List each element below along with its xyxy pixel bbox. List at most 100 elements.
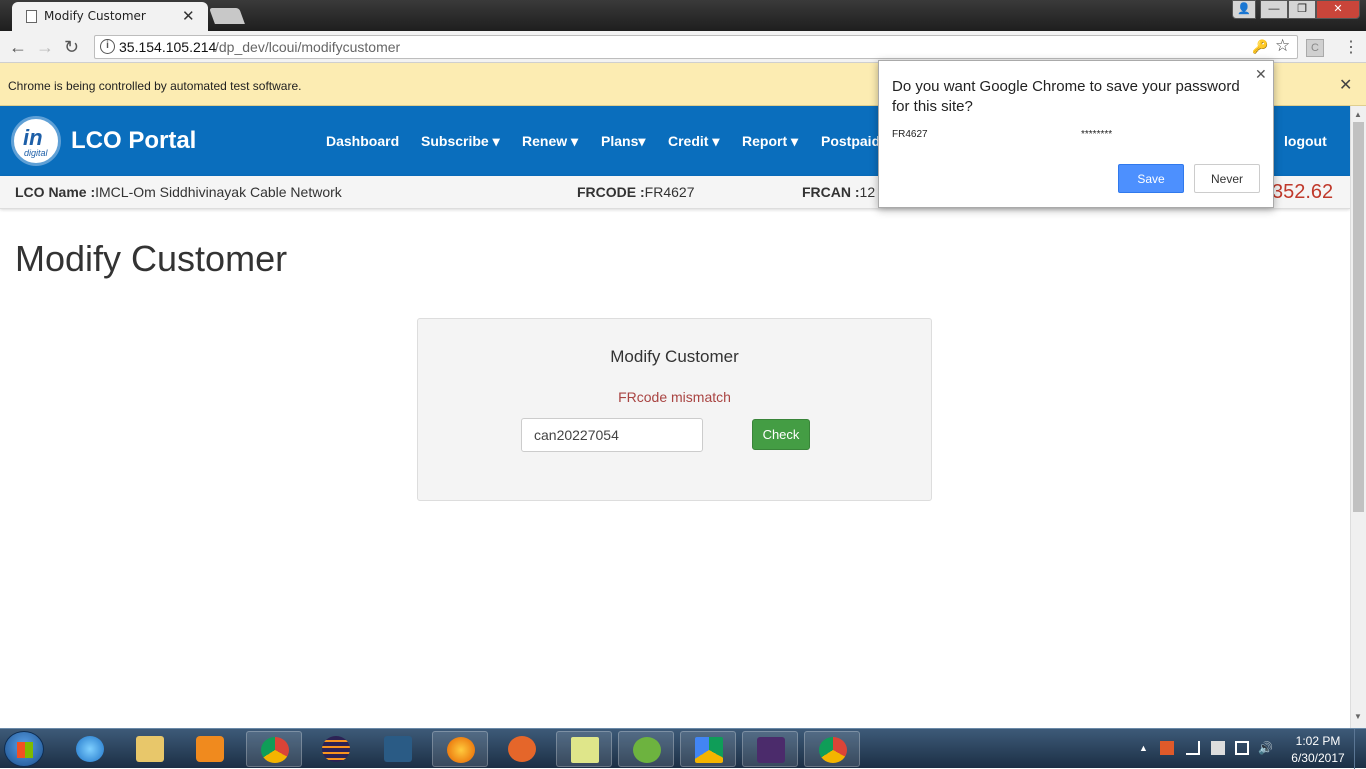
url-host: 35.154.105.214 bbox=[119, 39, 217, 55]
show-hidden-icons-icon[interactable]: ▲ bbox=[1139, 743, 1148, 753]
frcan-label: FRCAN : bbox=[802, 184, 860, 200]
new-tab-button[interactable] bbox=[209, 8, 245, 24]
lco-name-value: IMCL-Om Siddhivinayak Cable Network bbox=[95, 184, 342, 200]
clock-date[interactable]: 6/30/2017 bbox=[1286, 751, 1350, 765]
extension-icon[interactable]: C bbox=[1306, 39, 1324, 57]
browser-toolbar: ← → ↻ i 35.154.105.214 /dp_dev/lcoui/mod… bbox=[0, 31, 1366, 63]
frcode-label: FRCODE : bbox=[577, 184, 645, 200]
eclipse-icon bbox=[322, 736, 350, 762]
java-ee-ide-icon bbox=[757, 737, 785, 763]
utorrent-icon bbox=[633, 737, 661, 763]
clock-time[interactable]: 1:02 PM bbox=[1293, 734, 1343, 748]
media-player-icon bbox=[196, 736, 224, 762]
modify-customer-panel: Modify Customer FRcode mismatch Check bbox=[417, 318, 932, 501]
page-scrollbar[interactable]: ▲ ▼ bbox=[1350, 106, 1366, 728]
user-profile-icon[interactable]: 👤 bbox=[1232, 0, 1256, 19]
never-save-button[interactable]: Never bbox=[1194, 164, 1260, 193]
taskbar-media-player[interactable] bbox=[182, 731, 238, 767]
frcan: FRCAN :12 bbox=[802, 184, 875, 200]
google-drive-icon bbox=[695, 737, 723, 763]
logo-subtext: digital bbox=[24, 148, 48, 158]
popup-close-icon[interactable]: ✕ bbox=[1255, 66, 1267, 83]
windows-taskbar: ▲ 🔊 1:02 PM 6/30/2017 bbox=[0, 728, 1366, 769]
chrome-icon bbox=[819, 737, 847, 763]
site-info-icon[interactable]: i bbox=[100, 39, 115, 54]
taskbar-chrome[interactable] bbox=[246, 731, 302, 767]
sticky-notes-icon bbox=[571, 737, 599, 763]
nav-credit[interactable]: Credit ▾ bbox=[668, 133, 719, 150]
mysql-icon bbox=[384, 736, 412, 762]
infobar-text: Chrome is being controlled by automated … bbox=[8, 79, 302, 93]
lco-name: LCO Name :IMCL-Om Siddhivinayak Cable Ne… bbox=[15, 184, 342, 200]
nav-plans[interactable]: Plans▾ bbox=[601, 133, 645, 150]
browser-tab-strip: Modify Customer ✕ 👤 — ❐ ✕ bbox=[0, 0, 1366, 31]
chrome-menu-icon[interactable]: ⋮ bbox=[1343, 37, 1359, 57]
windows-logo-icon bbox=[17, 742, 33, 758]
brand-logo[interactable]: in digital bbox=[11, 116, 61, 166]
bookmark-star-icon[interactable]: ☆ bbox=[1275, 36, 1290, 56]
saved-username: FR4627 bbox=[892, 129, 928, 140]
url-path: /dp_dev/lcoui/modifycustomer bbox=[215, 39, 401, 55]
page-favicon-icon bbox=[26, 10, 37, 23]
frcan-value: 12 bbox=[859, 184, 876, 200]
folder-icon bbox=[136, 736, 164, 762]
start-button[interactable] bbox=[4, 731, 44, 767]
nav-renew[interactable]: Renew ▾ bbox=[522, 133, 578, 150]
browser-tab[interactable]: Modify Customer ✕ bbox=[12, 2, 208, 31]
infobar-close-icon[interactable]: ✕ bbox=[1339, 75, 1352, 95]
wrench-icon bbox=[508, 736, 536, 762]
nav-report[interactable]: Report ▾ bbox=[742, 133, 798, 150]
maximize-button[interactable]: ❐ bbox=[1288, 0, 1316, 19]
nav-postpaid[interactable]: Postpaid bbox=[821, 133, 880, 149]
taskbar-utorrent[interactable] bbox=[618, 731, 674, 767]
address-bar[interactable]: i 35.154.105.214 /dp_dev/lcoui/modifycus… bbox=[94, 35, 1298, 59]
lco-name-label: LCO Name : bbox=[15, 184, 96, 200]
tab-title: Modify Customer bbox=[44, 9, 146, 23]
password-key-icon[interactable]: 🔑 bbox=[1252, 39, 1268, 55]
reload-icon[interactable]: ↻ bbox=[64, 37, 79, 58]
back-arrow-icon[interactable]: ← bbox=[9, 37, 27, 58]
page-title: Modify Customer bbox=[15, 238, 288, 279]
internet-explorer-icon bbox=[76, 736, 104, 762]
volume-icon[interactable]: 🔊 bbox=[1258, 741, 1273, 755]
network-icon[interactable] bbox=[1211, 741, 1225, 755]
forward-arrow-icon[interactable]: → bbox=[36, 37, 54, 58]
panel-title: Modify Customer bbox=[610, 347, 739, 366]
taskbar-sticky-notes[interactable] bbox=[556, 731, 612, 767]
taskbar-file-explorer[interactable] bbox=[122, 731, 178, 767]
error-message: FRcode mismatch bbox=[618, 389, 731, 405]
minimize-button[interactable]: — bbox=[1260, 0, 1288, 19]
signal-icon[interactable] bbox=[1186, 741, 1200, 755]
show-desktop-button[interactable] bbox=[1354, 729, 1366, 769]
window-close-button[interactable]: ✕ bbox=[1316, 0, 1360, 19]
chrome-icon bbox=[261, 737, 289, 763]
taskbar-google-drive[interactable] bbox=[680, 731, 736, 767]
firefox-icon bbox=[447, 737, 475, 763]
frcode: FRCODE :FR4627 bbox=[577, 184, 694, 200]
balance-amount: 352.62 bbox=[1272, 181, 1334, 203]
check-button[interactable]: Check bbox=[752, 419, 810, 450]
taskbar-mysql[interactable] bbox=[370, 731, 426, 767]
nav-logout[interactable]: logout bbox=[1284, 133, 1327, 149]
saved-password: ******** bbox=[1081, 129, 1113, 140]
taskbar-internet-explorer[interactable] bbox=[62, 731, 118, 767]
tab-close-icon[interactable]: ✕ bbox=[182, 7, 195, 25]
customer-can-input[interactable] bbox=[521, 418, 703, 452]
nav-subscribe[interactable]: Subscribe ▾ bbox=[421, 133, 500, 150]
scroll-down-icon[interactable]: ▼ bbox=[1354, 712, 1362, 721]
save-password-button[interactable]: Save bbox=[1118, 164, 1184, 193]
tray-app-icon[interactable] bbox=[1160, 741, 1174, 755]
battery-icon[interactable] bbox=[1235, 741, 1249, 755]
frcode-value: FR4627 bbox=[644, 184, 695, 200]
taskbar-java-ee-ide[interactable] bbox=[742, 731, 798, 767]
popup-question: Do you want Google Chrome to save your p… bbox=[892, 78, 1240, 115]
taskbar-tool-app[interactable] bbox=[494, 731, 550, 767]
taskbar-firefox[interactable] bbox=[432, 731, 488, 767]
taskbar-chrome-active[interactable] bbox=[804, 731, 860, 767]
nav-dashboard[interactable]: Dashboard bbox=[326, 133, 399, 149]
brand-name[interactable]: LCO Portal bbox=[71, 127, 196, 155]
save-password-popup: Do you want Google Chrome to save your p… bbox=[878, 60, 1274, 208]
taskbar-eclipse[interactable] bbox=[308, 731, 364, 767]
scrollbar-thumb[interactable] bbox=[1353, 122, 1364, 512]
scroll-up-icon[interactable]: ▲ bbox=[1354, 110, 1362, 119]
